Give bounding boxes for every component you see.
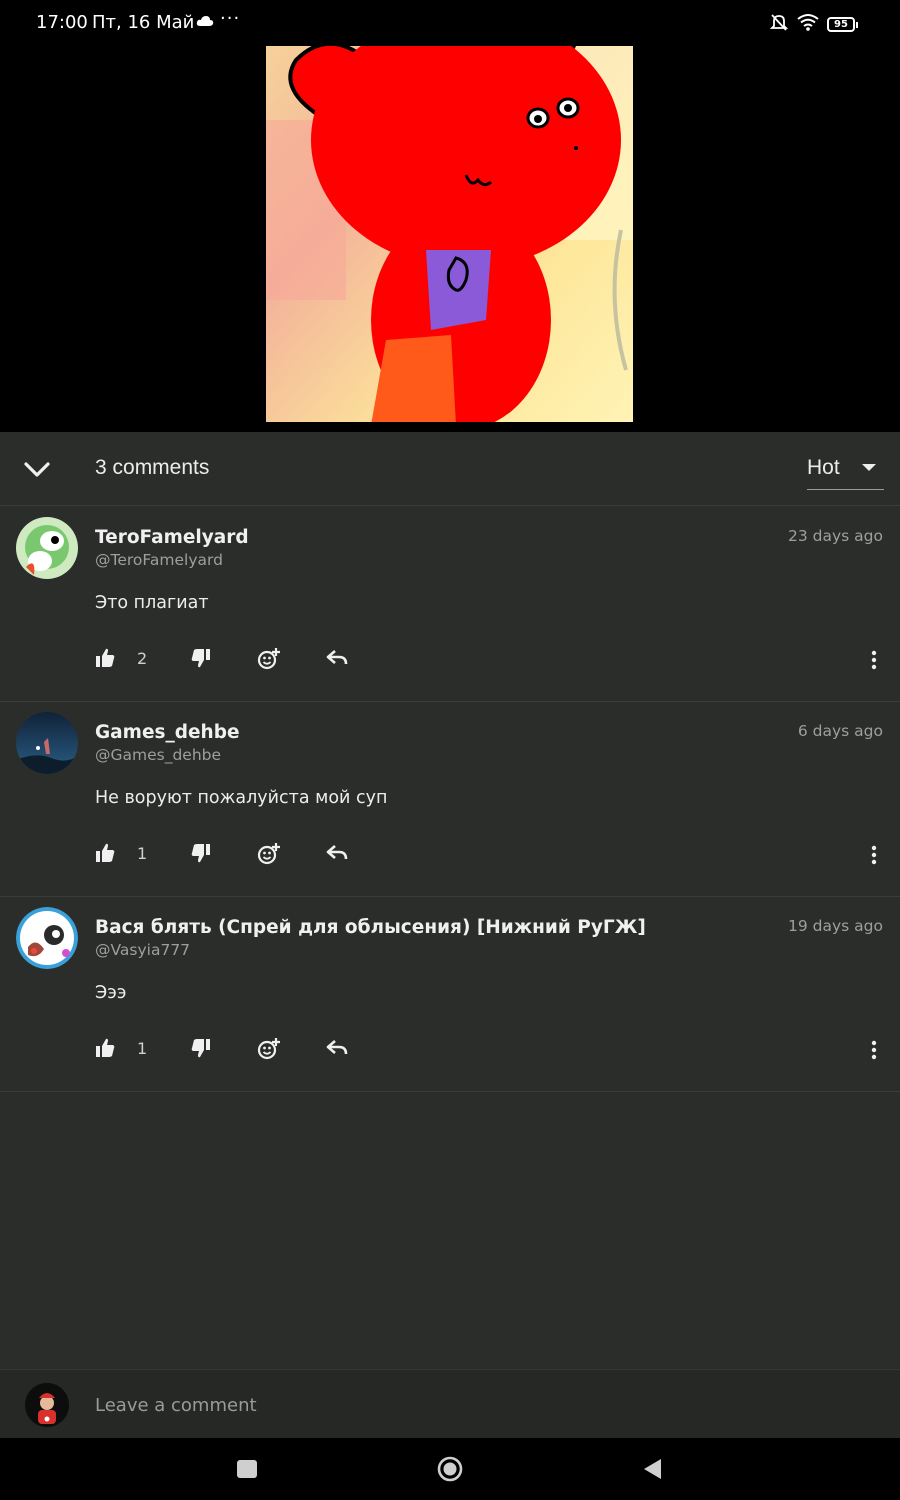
mute-bell-icon <box>769 12 789 37</box>
recents-button[interactable] <box>234 1456 260 1482</box>
cloud-icon <box>196 12 214 31</box>
system-nav-bar <box>0 1438 900 1500</box>
back-button[interactable] <box>640 1456 666 1482</box>
add-emoji-icon <box>257 843 280 865</box>
reply-button[interactable] <box>326 1037 352 1063</box>
like-button[interactable] <box>94 647 120 673</box>
more-dots-icon: ··· <box>220 8 241 29</box>
comment-actions: 1 <box>0 1037 900 1067</box>
sort-value: Hot <box>807 456 840 479</box>
chevron-down-icon <box>24 462 50 477</box>
comments-panel: 3 comments Hot TeroFamelyard @TeroFamely… <box>0 432 900 1438</box>
thumbs-up-icon <box>96 1038 115 1057</box>
avatar[interactable] <box>16 712 78 774</box>
reply-icon <box>326 650 348 665</box>
comment-text: Это плагиат <box>95 593 209 613</box>
like-count: 1 <box>137 844 148 863</box>
dislike-button[interactable] <box>190 1037 216 1063</box>
comment-text: Эээ <box>95 983 127 1003</box>
comment-more-button[interactable] <box>864 1037 884 1063</box>
collapse-comments-button[interactable] <box>22 454 52 484</box>
battery-icon: 95 <box>827 17 858 32</box>
avatar[interactable] <box>16 907 78 969</box>
comment-handle[interactable]: @TeroFamelyard <box>95 551 223 569</box>
battery-level: 95 <box>827 17 855 32</box>
add-reaction-button[interactable] <box>257 1037 283 1063</box>
like-button[interactable] <box>94 842 120 868</box>
wifi-icon <box>797 13 819 36</box>
comments-count: 3 comments <box>95 456 210 479</box>
comment-timestamp: 19 days ago <box>788 917 883 935</box>
avatar[interactable] <box>16 517 78 579</box>
more-vertical-icon <box>871 650 877 670</box>
comment-item: Games_dehbe @Games_dehbe 6 days ago Не в… <box>0 702 900 897</box>
comment-handle[interactable]: @Games_dehbe <box>95 746 221 764</box>
square-icon <box>237 1460 257 1478</box>
status-bar: 17:00 Пт, 16 Май ··· 95 <box>0 0 900 46</box>
like-button[interactable] <box>94 1037 120 1063</box>
comment-timestamp: 6 days ago <box>797 722 883 740</box>
back-triangle-icon <box>644 1459 661 1479</box>
video-frame-artwork: ••• <box>266 0 633 422</box>
comment-timestamp: 23 days ago <box>788 527 883 545</box>
home-button[interactable] <box>436 1456 463 1482</box>
caret-down-icon <box>862 464 876 471</box>
add-emoji-icon <box>257 1038 280 1060</box>
comment-more-button[interactable] <box>864 842 884 868</box>
status-date: Пт, 16 Май <box>92 12 195 33</box>
thumbs-up-icon <box>96 843 115 862</box>
comment-input[interactable] <box>95 1390 855 1420</box>
reply-button[interactable] <box>326 647 352 673</box>
comment-item: TeroFamelyard @TeroFamelyard 23 days ago… <box>0 507 900 702</box>
like-count: 2 <box>137 649 148 668</box>
comment-text: Не воруют пожалуйста мой суп <box>95 788 388 808</box>
comment-actions: 1 <box>0 842 900 872</box>
add-reaction-button[interactable] <box>257 842 283 868</box>
comment-actions: 2 <box>0 647 900 677</box>
dislike-button[interactable] <box>190 842 216 868</box>
more-vertical-icon <box>871 1040 877 1060</box>
reply-icon <box>326 845 348 860</box>
comment-item: Вася блять (Спрей для облысения) [Нижний… <box>0 897 900 1092</box>
reply-icon <box>326 1040 348 1055</box>
comment-author[interactable]: TeroFamelyard <box>95 527 249 548</box>
dislike-button[interactable] <box>190 647 216 673</box>
reply-button[interactable] <box>326 842 352 868</box>
thumbs-down-icon <box>191 844 210 863</box>
sort-dropdown[interactable]: Hot <box>807 456 884 490</box>
add-reaction-button[interactable] <box>257 647 283 673</box>
video-player[interactable]: ••• <box>0 0 900 432</box>
comments-header: 3 comments Hot <box>0 432 900 506</box>
comment-more-button[interactable] <box>864 647 884 673</box>
comment-composer <box>0 1369 900 1438</box>
more-vertical-icon <box>871 845 877 865</box>
comment-author[interactable]: Вася блять (Спрей для облысения) [Нижний… <box>95 917 646 938</box>
current-user-avatar <box>25 1383 69 1427</box>
thumbs-up-icon <box>96 648 115 667</box>
comment-author[interactable]: Games_dehbe <box>95 722 240 743</box>
status-time: 17:00 <box>36 12 88 33</box>
comment-handle[interactable]: @Vasyia777 <box>95 941 190 959</box>
like-count: 1 <box>137 1039 148 1058</box>
thumbs-down-icon <box>191 649 210 668</box>
home-circle-icon <box>437 1456 463 1482</box>
thumbs-down-icon <box>191 1039 210 1058</box>
add-emoji-icon <box>257 648 280 670</box>
